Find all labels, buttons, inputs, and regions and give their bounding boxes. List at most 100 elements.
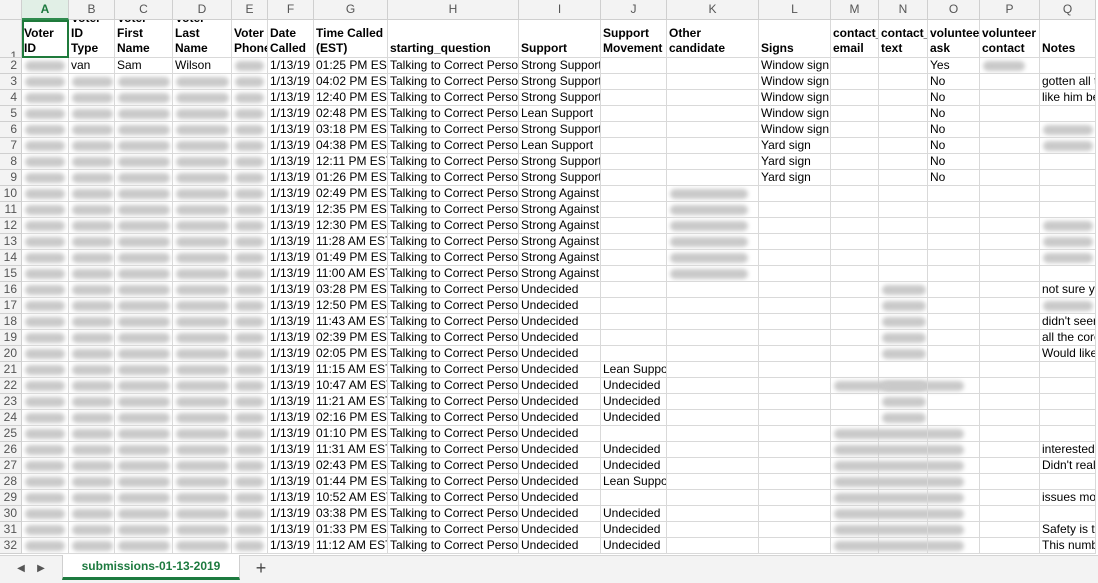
cell-volunteer-ask[interactable] bbox=[928, 442, 980, 458]
cell-date-called[interactable]: 1/13/19 bbox=[268, 170, 314, 186]
cell-voter-phone[interactable] bbox=[232, 426, 268, 442]
cell-volunteer-ask[interactable] bbox=[928, 522, 980, 538]
cell-volunteer-ask[interactable] bbox=[928, 346, 980, 362]
cell-time-called[interactable]: 11:21 AM EST bbox=[314, 394, 388, 410]
cell-voter-first-name[interactable] bbox=[115, 90, 173, 106]
cell-starting-question[interactable]: Talking to Correct Person bbox=[388, 522, 519, 538]
cell-voter-id-type[interactable] bbox=[69, 250, 115, 266]
cell-date-called[interactable]: 1/13/19 bbox=[268, 122, 314, 138]
cell-starting-question[interactable]: Talking to Correct Person bbox=[388, 186, 519, 202]
cell-volunteer-contact[interactable] bbox=[980, 106, 1040, 122]
cell-volunteer-contact[interactable] bbox=[980, 138, 1040, 154]
cell-support[interactable]: Undecided bbox=[519, 474, 601, 490]
cell-contact-text[interactable] bbox=[879, 74, 928, 90]
cell-signs[interactable] bbox=[759, 410, 831, 426]
cell-voter-first-name[interactable] bbox=[115, 186, 173, 202]
cell-other-candidate[interactable] bbox=[667, 394, 759, 410]
cell-time-called[interactable]: 03:38 PM EST bbox=[314, 506, 388, 522]
cell-contact-text[interactable] bbox=[879, 362, 928, 378]
cell-time-called[interactable]: 10:47 AM EST bbox=[314, 378, 388, 394]
cell-support[interactable]: Strong Against bbox=[519, 250, 601, 266]
cell-voter-id-type[interactable] bbox=[69, 442, 115, 458]
cell-voter-phone[interactable] bbox=[232, 74, 268, 90]
cell-voter-id-type[interactable] bbox=[69, 282, 115, 298]
cell-support-movement[interactable]: Undecided bbox=[601, 538, 667, 554]
cell-date-called[interactable]: 1/13/19 bbox=[268, 202, 314, 218]
cell-support[interactable]: Undecided bbox=[519, 378, 601, 394]
cell-volunteer-contact[interactable] bbox=[980, 186, 1040, 202]
cell-signs[interactable] bbox=[759, 330, 831, 346]
cell-signs[interactable] bbox=[759, 346, 831, 362]
cell-voter-phone[interactable] bbox=[232, 490, 268, 506]
cell-voter-last-name[interactable] bbox=[173, 186, 232, 202]
cell-contact-text[interactable] bbox=[879, 506, 928, 522]
header-cell-signs[interactable]: Signs bbox=[759, 20, 831, 58]
cell-voter-phone[interactable] bbox=[232, 186, 268, 202]
cell-voter-first-name[interactable] bbox=[115, 522, 173, 538]
cell-date-called[interactable]: 1/13/19 bbox=[268, 314, 314, 330]
cell-volunteer-contact[interactable] bbox=[980, 378, 1040, 394]
cell-volunteer-contact[interactable] bbox=[980, 282, 1040, 298]
cell-contact-text[interactable] bbox=[879, 314, 928, 330]
cell-notes[interactable]: like him be bbox=[1040, 90, 1096, 106]
row-header-4[interactable]: 4 bbox=[0, 90, 22, 106]
header-cell-voter-phone[interactable]: Voter Phone bbox=[232, 20, 268, 58]
cell-contact-email[interactable] bbox=[831, 90, 879, 106]
cell-date-called[interactable]: 1/13/19 bbox=[268, 394, 314, 410]
cell-volunteer-contact[interactable] bbox=[980, 410, 1040, 426]
cell-voter-id[interactable] bbox=[22, 410, 69, 426]
cell-voter-last-name[interactable] bbox=[173, 218, 232, 234]
cell-voter-id[interactable] bbox=[22, 490, 69, 506]
cell-other-candidate[interactable] bbox=[667, 234, 759, 250]
cell-voter-first-name[interactable] bbox=[115, 266, 173, 282]
cell-volunteer-ask[interactable] bbox=[928, 298, 980, 314]
cell-contact-email[interactable] bbox=[831, 330, 879, 346]
cell-contact-text[interactable] bbox=[879, 106, 928, 122]
cell-voter-phone[interactable] bbox=[232, 106, 268, 122]
cell-voter-first-name[interactable] bbox=[115, 506, 173, 522]
cell-contact-email[interactable] bbox=[831, 490, 964, 506]
cell-contact-email[interactable] bbox=[831, 298, 879, 314]
cell-contact-text[interactable] bbox=[879, 250, 928, 266]
row-header-5[interactable]: 5 bbox=[0, 106, 22, 122]
column-header-I[interactable]: I bbox=[519, 0, 601, 20]
row-header-2[interactable]: 2 bbox=[0, 58, 22, 74]
cell-voter-first-name[interactable] bbox=[115, 490, 173, 506]
cell-voter-id-type[interactable] bbox=[69, 234, 115, 250]
cell-support-movement[interactable] bbox=[601, 186, 667, 202]
cell-contact-email[interactable] bbox=[831, 122, 879, 138]
cell-starting-question[interactable]: Talking to Correct Person bbox=[388, 314, 519, 330]
cell-signs[interactable] bbox=[759, 298, 831, 314]
cell-voter-id-type[interactable] bbox=[69, 186, 115, 202]
cell-voter-last-name[interactable] bbox=[173, 378, 232, 394]
cell-support-movement[interactable] bbox=[601, 234, 667, 250]
cell-voter-phone[interactable] bbox=[232, 538, 268, 554]
cell-contact-email[interactable] bbox=[831, 218, 879, 234]
cell-notes[interactable]: Didn't real bbox=[1040, 458, 1096, 474]
cell-volunteer-contact[interactable] bbox=[980, 474, 1040, 490]
cell-voter-last-name[interactable] bbox=[173, 538, 232, 554]
row-header-19[interactable]: 19 bbox=[0, 330, 22, 346]
cell-signs[interactable] bbox=[759, 186, 831, 202]
cell-support[interactable]: Undecided bbox=[519, 346, 601, 362]
cell-volunteer-contact[interactable] bbox=[980, 346, 1040, 362]
cell-voter-phone[interactable] bbox=[232, 282, 268, 298]
column-header-Q[interactable]: Q bbox=[1040, 0, 1096, 20]
cell-support[interactable]: Undecided bbox=[519, 410, 601, 426]
cell-volunteer-ask[interactable] bbox=[928, 266, 980, 282]
cell-support-movement[interactable]: Undecided bbox=[601, 410, 667, 426]
cell-voter-phone[interactable] bbox=[232, 266, 268, 282]
cell-voter-first-name[interactable] bbox=[115, 202, 173, 218]
cell-support-movement[interactable]: Undecided bbox=[601, 394, 667, 410]
cell-other-candidate[interactable] bbox=[667, 250, 759, 266]
cell-volunteer-contact[interactable] bbox=[980, 394, 1040, 410]
cell-voter-phone[interactable] bbox=[232, 58, 268, 74]
cell-voter-first-name[interactable] bbox=[115, 234, 173, 250]
cell-volunteer-contact[interactable] bbox=[980, 170, 1040, 186]
cell-signs[interactable] bbox=[759, 202, 831, 218]
cell-other-candidate[interactable] bbox=[667, 362, 759, 378]
cell-other-candidate[interactable] bbox=[667, 346, 759, 362]
cell-volunteer-ask[interactable] bbox=[928, 218, 980, 234]
cell-voter-first-name[interactable] bbox=[115, 362, 173, 378]
row-header-7[interactable]: 7 bbox=[0, 138, 22, 154]
